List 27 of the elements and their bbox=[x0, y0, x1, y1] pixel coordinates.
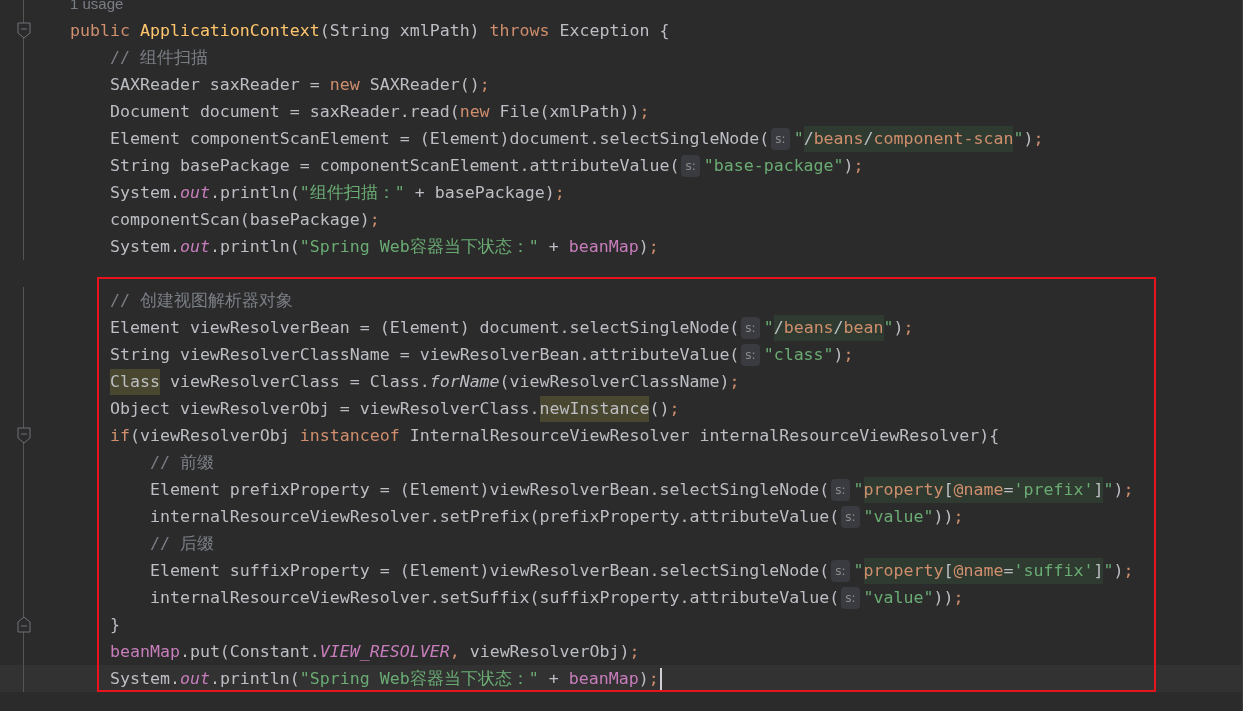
code-line: // 前缀 bbox=[148, 451, 214, 474]
code-line: String viewResolverClassName = viewResolverBean.attributeValue( s: "class"); bbox=[108, 342, 854, 368]
fold-marker-icon[interactable] bbox=[17, 616, 31, 633]
code-line: Element viewResolverBean = (Element) document.selectSingleNode( s: "/beans/bean"); bbox=[70, 314, 914, 341]
fold-marker-icon[interactable] bbox=[17, 22, 31, 39]
code-line: internalResourceViewResolver.setSuffix(suffixProperty.attributeValue( s: "value")); bbox=[148, 585, 964, 611]
code-line: Object viewResolverObj = viewResolverClass.newInstance(); bbox=[70, 395, 680, 422]
code-line: System.out.println("Spring Web容器当下状态：" + beanMap); bbox=[108, 235, 659, 258]
code-line: System.out.println("组件扫描：" + basePackage); bbox=[108, 181, 565, 204]
code-line: Element suffixProperty = (Element)viewResolverBean.selectSingleNode( s: "property[@name='suffix']"); bbox=[70, 557, 1134, 584]
code-line: // 创建视图解析器对象 bbox=[108, 289, 293, 312]
code-line: String basePackage = componentScanElement.attributeValue( s: "base-package"); bbox=[108, 153, 864, 179]
code-line: // 后缀 bbox=[148, 532, 214, 555]
code-line: componentScan(basePackage); bbox=[108, 208, 380, 231]
code-editor[interactable] bbox=[0, 0, 1243, 711]
code-line: } bbox=[108, 613, 120, 636]
code-line: beanMap.put(Constant.VIEW_RESOLVER, viewResolverObj); bbox=[108, 640, 640, 663]
code-line: if(viewResolverObj instanceof InternalResourceViewResolver internalResourceViewResolver){ bbox=[108, 424, 1000, 447]
code-line: public ApplicationContext(String xmlPath) throws Exception { bbox=[70, 19, 670, 42]
code-line: // 组件扫描 bbox=[108, 46, 208, 69]
code-line: Class viewResolverClass = Class.forName(viewResolverClassName); bbox=[70, 368, 740, 395]
code-line: internalResourceViewResolver.setPrefix(prefixProperty.attributeValue( s: "value")); bbox=[148, 504, 964, 530]
code-line: Element prefixProperty = (Element)viewResolverBean.selectSingleNode( s: "property[@name='prefix']"); bbox=[70, 476, 1134, 503]
code-line: Document document = saxReader.read(new File(xmlPath)); bbox=[108, 100, 650, 123]
code-line: SAXReader saxReader = new SAXReader(); bbox=[108, 73, 490, 96]
code-line: Element componentScanElement = (Element)document.selectSingleNode( s: "/beans/component-scan"); bbox=[70, 125, 1044, 152]
fold-marker-icon[interactable] bbox=[17, 427, 31, 444]
